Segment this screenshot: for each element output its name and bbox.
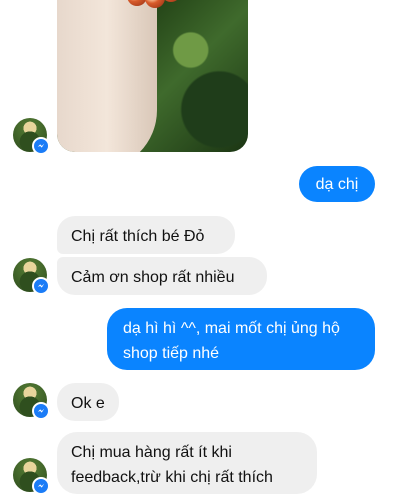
messenger-badge-icon [32,137,50,155]
photo-arm [57,0,157,152]
messenger-badge-icon [32,402,50,420]
contact-avatar[interactable] [13,383,50,420]
shared-photo[interactable] [57,0,248,152]
message-bubble-incoming[interactable]: Chị mua hàng rất ít khi feedback,trừ khi… [57,432,317,494]
contact-avatar[interactable] [13,118,50,155]
messenger-badge-icon [32,477,50,495]
chat-thread: dạ chị Chị rất thích bé Đỏ Cảm ơn shop r… [0,0,400,500]
message-bubble-incoming[interactable]: Chị rất thích bé Đỏ [57,216,235,254]
message-bubble-incoming[interactable]: Cảm ơn shop rất nhiều [57,257,267,295]
contact-avatar[interactable] [13,458,50,495]
messenger-badge-icon [32,277,50,295]
message-bubble-outgoing[interactable]: dạ chị [299,166,375,202]
contact-avatar[interactable] [13,258,50,295]
message-bubble-incoming[interactable]: Ok e [57,383,119,421]
message-bubble-outgoing[interactable]: dạ hì hì ^^, mai mốt chị ủng hộ shop tiế… [107,308,375,370]
